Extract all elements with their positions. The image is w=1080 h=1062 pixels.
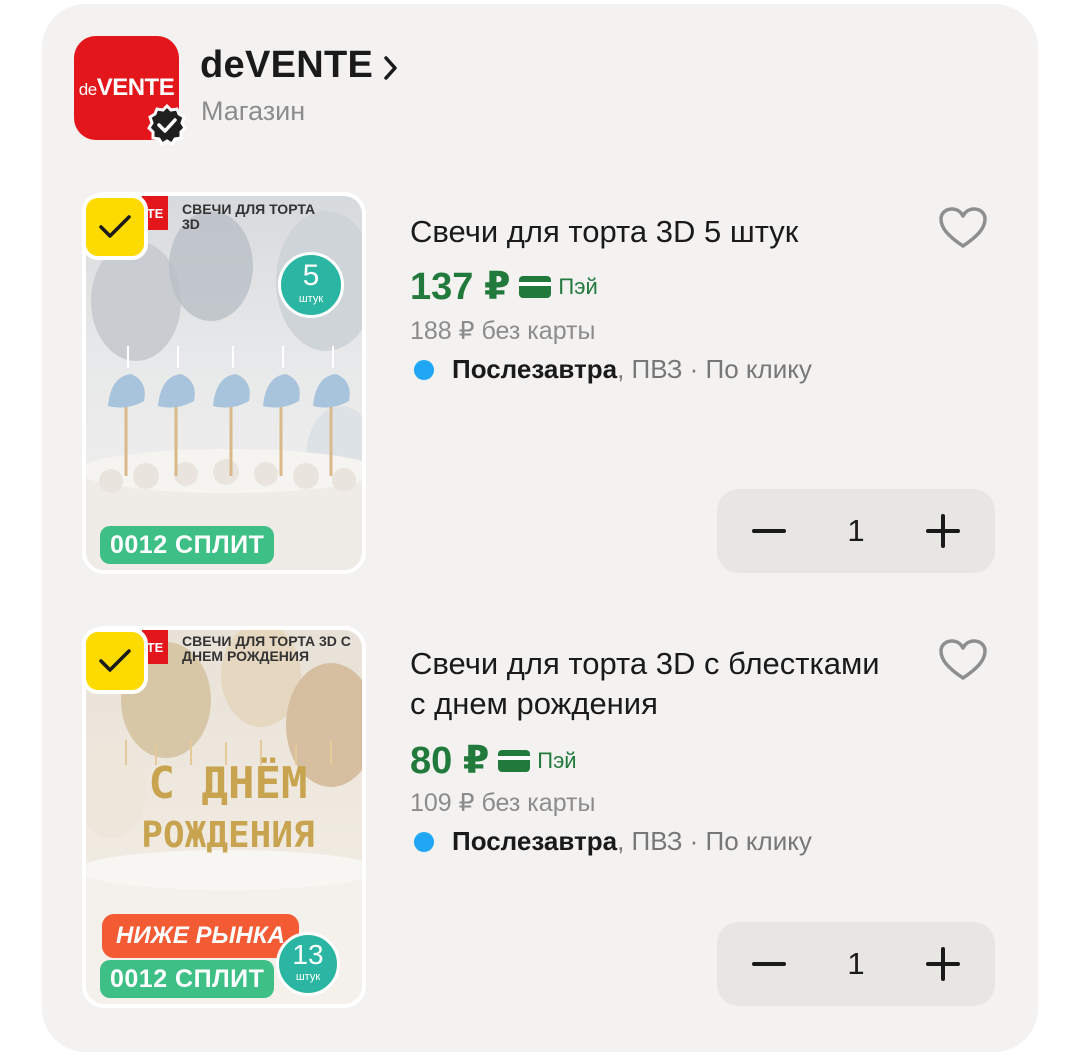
quantity-value: 1 xyxy=(847,513,865,548)
plus-icon xyxy=(926,947,960,981)
shop-name-link[interactable]: deVENTE xyxy=(200,44,399,87)
count-unit: штук xyxy=(295,971,321,983)
decrease-quantity-button[interactable] xyxy=(717,489,821,573)
below-market-badge: НИЖЕ РЫНКА xyxy=(102,914,299,958)
product-title[interactable]: Свечи для торта 3D 5 штук xyxy=(410,212,880,252)
pay-label: Пэй xyxy=(558,273,598,299)
count-number: 13 xyxy=(292,939,324,970)
pay-label: Пэй xyxy=(537,747,577,773)
price: 137 ₽ xyxy=(410,266,511,308)
pay-card-icon xyxy=(519,275,552,298)
count-badge: 5 штук xyxy=(278,252,344,318)
shop-name: deVENTE xyxy=(200,44,374,86)
count-unit: штук xyxy=(298,293,324,305)
old-price: 109 ₽ без карты xyxy=(410,789,596,817)
image-title: СВЕЧИ ДЛЯ ТОРТА 3D xyxy=(182,201,316,232)
delivery-details: , ПВЗ · По клику xyxy=(617,354,812,384)
image-title: СВЕЧИ ДЛЯ ТОРТА 3D С ДНЕМ РОЖДЕНИЯ xyxy=(182,633,351,664)
product-title[interactable]: Свечи для торта 3D с блестками с днем ро… xyxy=(410,644,880,724)
old-price: 188 ₽ без карты xyxy=(410,317,596,345)
verified-badge-icon xyxy=(147,104,187,146)
delivery-day: Послезавтра xyxy=(452,826,618,856)
quantity-stepper: 1 xyxy=(717,489,995,573)
pay-card-icon xyxy=(498,749,531,772)
favorite-heart-icon[interactable] xyxy=(938,206,988,250)
checkmark-icon xyxy=(99,649,131,672)
quantity-stepper: 1 xyxy=(717,922,995,1006)
count-badge: 13 штук xyxy=(276,932,340,996)
price-row: 137 ₽ Пэй xyxy=(410,264,598,309)
split-badge: 0012 СПЛИТ xyxy=(100,526,275,564)
delivery-day: Послезавтра xyxy=(452,354,618,384)
delivery-details: , ПВЗ · По клику xyxy=(617,826,812,856)
delivery-dot-icon xyxy=(414,359,434,380)
decrease-quantity-button[interactable] xyxy=(717,922,821,1006)
price: 80 ₽ xyxy=(410,740,490,782)
select-checkbox[interactable] xyxy=(82,628,148,694)
delivery-info: Послезавтра , ПВЗ · По клику xyxy=(414,354,812,385)
minus-icon xyxy=(752,529,786,533)
select-checkbox[interactable] xyxy=(82,194,148,260)
split-badge: 0012 СПЛИТ xyxy=(100,960,275,998)
checkmark-icon xyxy=(99,215,131,238)
shop-subtitle: Магазин xyxy=(201,96,306,126)
image-headline: С ДНЁМ РОЖДЕНИЯ xyxy=(141,758,315,856)
favorite-heart-icon[interactable] xyxy=(938,638,988,682)
shop-logo-text: deVENTE xyxy=(78,74,175,101)
increase-quantity-button[interactable] xyxy=(891,489,995,573)
price-row: 80 ₽ Пэй xyxy=(410,738,577,783)
plus-icon xyxy=(926,514,960,548)
delivery-info: Послезавтра , ПВЗ · По клику xyxy=(414,826,812,857)
increase-quantity-button[interactable] xyxy=(891,922,995,1006)
quantity-value: 1 xyxy=(847,946,865,981)
chevron-right-icon xyxy=(384,55,397,80)
minus-icon xyxy=(752,962,786,966)
count-number: 5 xyxy=(302,259,320,292)
delivery-dot-icon xyxy=(414,831,434,852)
